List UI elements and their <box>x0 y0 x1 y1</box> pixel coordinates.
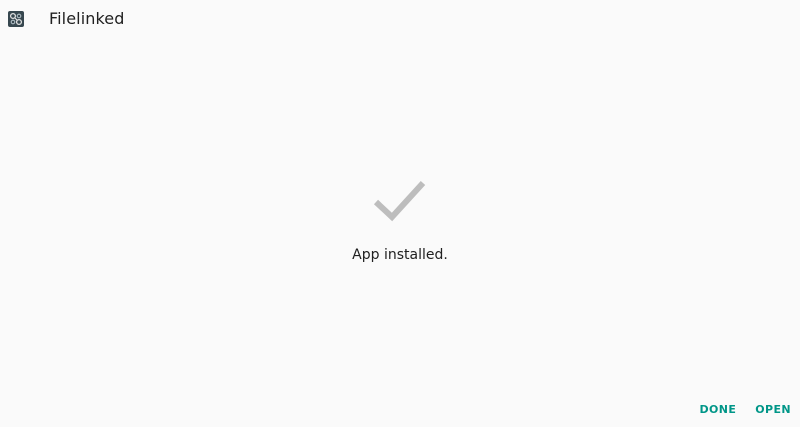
open-button[interactable]: OPEN <box>755 403 791 417</box>
install-complete-screen: Filelinked App installed. DONE OPEN <box>0 0 800 427</box>
install-status: App installed. <box>0 178 800 264</box>
filelinked-app-icon <box>8 11 24 27</box>
status-text: App installed. <box>352 247 448 263</box>
app-header: Filelinked <box>0 0 800 40</box>
action-bar: DONE OPEN <box>699 403 791 417</box>
done-button[interactable]: DONE <box>699 403 736 417</box>
app-title: Filelinked <box>49 9 125 28</box>
checkmark-icon <box>373 180 426 222</box>
